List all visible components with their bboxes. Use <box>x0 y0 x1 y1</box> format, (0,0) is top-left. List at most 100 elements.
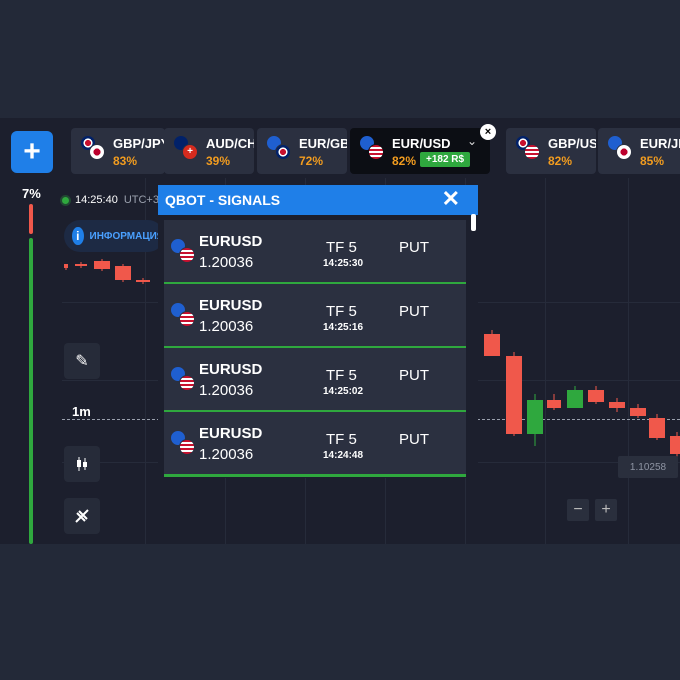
signal-item[interactable]: EURUSD 1.20036 TF 5 14:25:30 PUT <box>164 220 466 285</box>
candle <box>64 264 68 270</box>
candle <box>670 432 680 458</box>
zoom-out-button[interactable]: − <box>567 499 589 521</box>
sentiment-bar-up <box>29 238 33 544</box>
eur-usd-flags-icon <box>170 430 196 456</box>
candle <box>567 386 583 408</box>
tab-profit: 39% <box>206 154 231 168</box>
add-asset-button[interactable]: + <box>11 131 53 173</box>
tab-profit: 82% <box>392 154 417 168</box>
close-icon[interactable]: ✕ <box>442 188 460 210</box>
tab-name: EUR/JPY <box>640 136 680 151</box>
signal-direction: PUT <box>399 367 429 384</box>
candle <box>115 264 131 282</box>
signal-time: 14:25:16 <box>323 322 364 333</box>
zoom-out-label: − <box>573 501 583 518</box>
eur-usd-flags-icon <box>170 302 196 328</box>
info-button[interactable]: i ИНФОРМАЦИЯ <box>64 220 164 252</box>
tab-name: GBP/JPY <box>113 136 165 151</box>
tab-gbp-usd[interactable]: GBP/USD 82% <box>506 128 596 174</box>
tab-eur-jpy[interactable]: EUR/JPY 85% <box>598 128 680 174</box>
indicators-icon[interactable] <box>64 498 100 534</box>
candle <box>527 394 543 446</box>
signal-pair: EURUSD <box>199 233 263 250</box>
signal-item[interactable]: EURUSD 1.20036 TF 5 14:25:02 PUT <box>164 348 466 413</box>
signal-timeframe: TF 5 <box>326 431 357 448</box>
signal-pair: EURUSD <box>199 425 263 442</box>
signal-price: 1.20036 <box>199 318 254 335</box>
info-icon: i <box>72 227 84 245</box>
tab-bonus-badge: +182 R$ <box>420 152 471 167</box>
grid-line <box>545 178 546 544</box>
signal-pair: EURUSD <box>199 297 263 314</box>
eur-usd-flags-icon <box>170 366 196 392</box>
zoom-in-button[interactable]: + <box>595 499 617 521</box>
signal-time: 14:25:02 <box>323 386 364 397</box>
candlestick-icon[interactable] <box>64 446 100 482</box>
tab-profit: 82% <box>548 154 573 168</box>
candle <box>588 386 604 404</box>
candle <box>547 394 561 410</box>
signal-item[interactable]: EURUSD 1.20036 TF 5 14:25:16 PUT <box>164 284 466 349</box>
sentiment-bar-down <box>29 204 33 234</box>
time-text: 14:25:40 <box>75 194 118 206</box>
tab-gbp-jpy[interactable]: GBP/JPY 83% <box>71 128 165 174</box>
signal-direction: PUT <box>399 431 429 448</box>
panel-title: QBOT - SIGNALS <box>165 192 281 208</box>
zoom-in-label: + <box>601 501 611 518</box>
candle <box>649 414 665 440</box>
signal-timeframe: TF 5 <box>326 367 357 384</box>
tab-profit: 72% <box>299 154 324 168</box>
close-tab-label: × <box>484 125 492 138</box>
signal-time: 14:25:30 <box>323 258 364 269</box>
panel-scrollbar[interactable] <box>471 214 476 231</box>
tab-name: EUR/USD <box>392 136 451 151</box>
chevron-down-icon[interactable]: ⌄ <box>467 134 477 148</box>
add-label: + <box>23 135 41 168</box>
eur-gbp-flags-icon <box>266 135 292 161</box>
gbp-jpy-flags-icon <box>80 135 106 161</box>
candle <box>630 404 646 418</box>
candle <box>506 352 522 436</box>
timeframe-selector[interactable]: 1m <box>72 404 91 419</box>
signal-price: 1.20036 <box>199 446 254 463</box>
panel-header: QBOT - SIGNALS ✕ <box>158 185 478 215</box>
tab-name: EUR/GBP <box>299 136 347 151</box>
candle <box>609 398 625 412</box>
tab-aud-chf[interactable]: + AUD/CHF 39% <box>164 128 254 174</box>
top-background <box>0 0 680 118</box>
utc-text: UTC+3 <box>123 194 159 206</box>
tab-eur-usd-active[interactable]: EUR/USD ⌄ 82% +182 R$ <box>350 128 490 174</box>
bottom-background <box>0 544 680 680</box>
info-label: ИНФОРМАЦИЯ <box>89 230 165 242</box>
signal-price: 1.20036 <box>199 382 254 399</box>
candle <box>94 259 110 271</box>
tab-name: AUD/CHF <box>206 136 254 151</box>
trading-app: + GBP/JPY 83% + AUD/CHF 39% EUR/GBP 72% … <box>0 118 680 544</box>
live-dot-icon <box>62 196 69 204</box>
eur-usd-flags-icon <box>359 135 385 161</box>
tab-profit: 83% <box>113 154 138 168</box>
eur-usd-flags-icon <box>170 238 196 264</box>
signal-timeframe: TF 5 <box>326 303 357 320</box>
gbp-usd-flags-icon <box>515 135 541 161</box>
signal-direction: PUT <box>399 303 429 320</box>
sentiment-percent: 7% <box>22 186 41 201</box>
signal-pair: EURUSD <box>199 361 263 378</box>
signal-direction: PUT <box>399 239 429 256</box>
signals-panel: QBOT - SIGNALS ✕ EURUSD 1.20036 TF 5 14:… <box>158 185 478 478</box>
eur-jpy-flags-icon <box>607 135 633 161</box>
tab-profit: 85% <box>640 154 665 168</box>
signal-price: 1.20036 <box>199 254 254 271</box>
candle <box>484 330 500 356</box>
candle <box>136 278 150 284</box>
tab-eur-gbp[interactable]: EUR/GBP 72% <box>257 128 347 174</box>
pencil-icon[interactable]: ✎ <box>64 343 100 379</box>
signal-item[interactable]: EURUSD 1.20036 TF 5 14:24:48 PUT <box>164 412 466 477</box>
price-label: 1.10258 <box>618 456 678 478</box>
signal-time: 14:24:48 <box>323 450 364 461</box>
close-tab-icon[interactable]: × <box>480 124 496 140</box>
tab-name: GBP/USD <box>548 136 596 151</box>
signal-timeframe: TF 5 <box>326 239 357 256</box>
grid-line <box>628 178 629 544</box>
candle <box>75 262 87 268</box>
